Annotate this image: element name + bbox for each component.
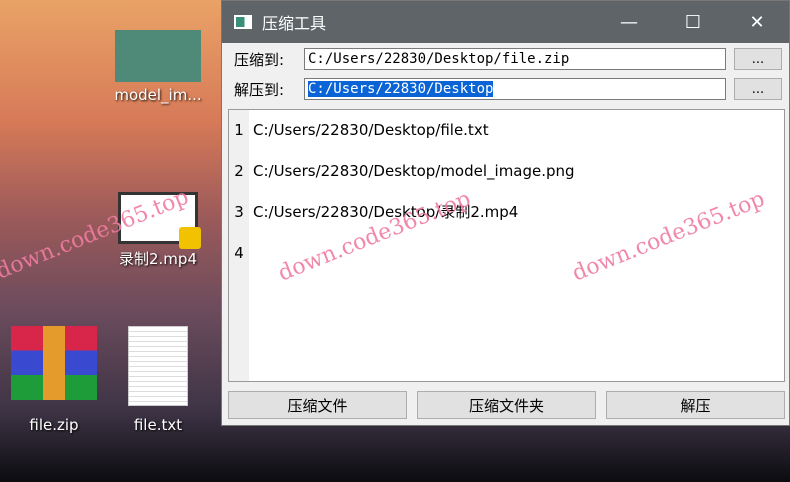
desktop-icon-txt[interactable]: file.txt (108, 326, 208, 434)
line-number: 1 (234, 121, 244, 139)
desktop-icon-model-image[interactable]: model_im... (108, 30, 208, 104)
line-number: 4 (234, 244, 244, 262)
desktop-icon-mp4[interactable]: 录制2.mp4 (108, 192, 208, 269)
compress-folder-button[interactable]: 压缩文件夹 (417, 391, 596, 419)
desktop-icon-label: model_im... (114, 86, 202, 104)
compress-to-input[interactable]: C:/Users/22830/Desktop/file.zip (304, 48, 726, 70)
minimize-button[interactable]: — (597, 12, 661, 33)
window-title: 压缩工具 (262, 14, 327, 33)
file-path-line (253, 233, 784, 274)
desktop-icon-zip[interactable]: file.zip (4, 326, 104, 434)
compress-to-label: 压缩到: (234, 50, 285, 69)
desktop-icon-label: file.zip (29, 416, 79, 434)
file-list-editor[interactable]: 1 2 3 4 C:/Users/22830/Desktop/file.txt … (228, 109, 785, 382)
extract-to-browse-button[interactable]: ... (734, 78, 782, 100)
compress-to-browse-button[interactable]: ... (734, 48, 782, 70)
extract-to-label: 解压到: (234, 80, 285, 99)
close-button[interactable]: ✕ (725, 12, 789, 33)
app-icon (234, 15, 252, 29)
winrar-archive-icon (11, 326, 97, 400)
line-number: 2 (234, 162, 244, 180)
compress-tool-window: 压缩工具 — ☐ ✕ 压缩到: C:/Users/22830/Desktop/f… (221, 0, 790, 426)
image-thumbnail-icon (115, 30, 201, 82)
line-number: 3 (234, 203, 244, 221)
video-file-icon (118, 192, 201, 249)
file-path-line: C:/Users/22830/Desktop/录制2.mp4 (253, 203, 519, 221)
title-bar[interactable]: 压缩工具 — ☐ ✕ (222, 1, 789, 43)
extract-button[interactable]: 解压 (606, 391, 785, 419)
compress-file-button[interactable]: 压缩文件 (228, 391, 407, 419)
maximize-button[interactable]: ☐ (661, 12, 725, 33)
file-path-line: C:/Users/22830/Desktop/file.txt (253, 121, 489, 139)
file-path-line: C:/Users/22830/Desktop/model_image.png (253, 162, 575, 180)
desktop-icon-label: 录制2.mp4 (119, 250, 197, 268)
desktop-icon-label: file.txt (133, 416, 183, 434)
extract-to-input[interactable]: C:/Users/22830/Desktop (304, 78, 726, 100)
line-number-gutter: 1 2 3 4 (229, 110, 249, 381)
text-file-icon (128, 326, 188, 406)
